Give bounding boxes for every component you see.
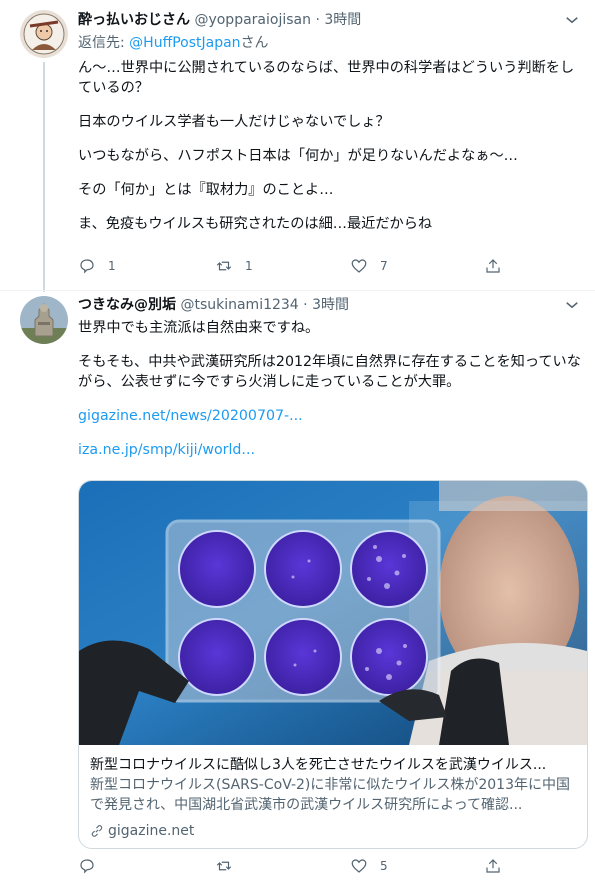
card-text: 新型コロナウイルスに酷似し3人を死亡させたウイルスを武漢ウイルス... 新型コロ…	[90, 755, 576, 841]
card-description: 新型コロナウイルス(SARS-CoV-2)に非常に似たウイルス株が2013年に中…	[90, 777, 570, 813]
share-icon	[486, 859, 500, 873]
share-button[interactable]	[484, 857, 502, 875]
display-name[interactable]: 酔っ払いおじさん	[78, 12, 190, 28]
tweet-link[interactable]: gigazine.net/news/20200707-...	[78, 408, 303, 424]
timestamp[interactable]: 3時間	[324, 12, 361, 28]
tweet-text: ん〜…世界中に公開されているのならば、世界中の科学者はどういう判断をしているの？…	[78, 58, 583, 248]
tweet-actions: 5	[78, 857, 508, 877]
like-button[interactable]: 7	[350, 257, 388, 275]
tweet-header: つきなみ@別垢 @tsukinami1234 · 3時間	[78, 295, 349, 315]
tweet-link[interactable]: iza.ne.jp/smp/kiji/world...	[78, 442, 255, 458]
reply-count: 1	[108, 259, 116, 273]
link-preview-card[interactable]: 新型コロナウイルスに酷似し3人を死亡させたウイルスを武漢ウイルス... 新型コロ…	[78, 480, 588, 849]
tweet-paragraph: 日本のウイルス学者も一人だけじゃないでしょ？	[78, 114, 390, 130]
retweet-button[interactable]	[215, 857, 245, 875]
card-domain: gigazine.net	[90, 821, 576, 841]
reply-context: 返信先: @HuffPostJapanさん	[78, 33, 269, 53]
tweet-paragraph: その「何か」とは『取材力』のことよ…	[78, 182, 334, 198]
retweet-icon	[216, 261, 232, 271]
reply-button[interactable]: 1	[78, 257, 116, 275]
reply-to-link[interactable]: @HuffPostJapan	[129, 35, 240, 51]
thread-line	[43, 62, 45, 292]
share-button[interactable]	[484, 257, 502, 275]
reply-suffix: さん	[240, 35, 269, 51]
like-icon	[351, 859, 367, 873]
reply-prefix: 返信先:	[78, 35, 130, 51]
retweet-icon	[216, 861, 232, 871]
like-button[interactable]: 5	[350, 857, 388, 875]
retweet-count: 1	[245, 259, 253, 273]
tweet-paragraph: そもそも、中共や武漢研究所は2012年頃に自然界に存在することを知っていながら、…	[78, 354, 581, 390]
timestamp[interactable]: 3時間	[312, 297, 349, 313]
chevron-down-icon[interactable]	[563, 11, 581, 29]
retweet-button[interactable]: 1	[215, 257, 253, 275]
tweet-actions: 1 1 7	[78, 257, 508, 277]
tweet-paragraph: いつもながら、ハフポスト日本は「何か」が足りないんだよなぁ〜…	[78, 148, 518, 164]
like-count: 7	[380, 259, 388, 273]
separator-dot: ·	[303, 297, 308, 313]
tweet-header: 酔っ払いおじさん @yopparaiojisan · 3時間	[78, 10, 361, 30]
reply-icon	[80, 259, 94, 274]
tweet-text: 世界中でも主流派は自然由来ですね。 そもそも、中共や武漢研究所は2012年頃に自…	[78, 318, 583, 474]
user-handle[interactable]: @yopparaiojisan	[194, 12, 311, 28]
tweet-paragraph: 世界中でも主流派は自然由来ですね。	[78, 320, 320, 336]
like-icon	[351, 259, 367, 273]
chevron-down-icon[interactable]	[563, 296, 581, 314]
user-handle[interactable]: @tsukinami1234	[180, 297, 298, 313]
tweet-paragraph: ま、免疫もウイルスも研究されたのは細…最近だからね	[78, 216, 433, 232]
share-icon	[486, 259, 500, 273]
card-title: 新型コロナウイルスに酷似し3人を死亡させたウイルスを武漢ウイルス...	[90, 757, 547, 773]
avatar[interactable]	[20, 10, 68, 58]
reply-button[interactable]	[78, 857, 108, 875]
card-image	[79, 481, 587, 745]
avatar[interactable]	[20, 296, 68, 344]
reply-icon	[80, 859, 94, 874]
like-count: 5	[380, 859, 388, 873]
tweet-1[interactable]: 酔っ払いおじさん @yopparaiojisan · 3時間 返信先: @Huf…	[0, 0, 595, 292]
tweet-paragraph: ん〜…世界中に公開されているのならば、世界中の科学者はどういう判断をしているの？	[78, 60, 575, 96]
card-domain-text: gigazine.net	[108, 823, 195, 839]
link-icon	[91, 825, 103, 837]
display-name[interactable]: つきなみ@別垢	[78, 297, 176, 313]
separator-dot: ·	[315, 12, 320, 28]
